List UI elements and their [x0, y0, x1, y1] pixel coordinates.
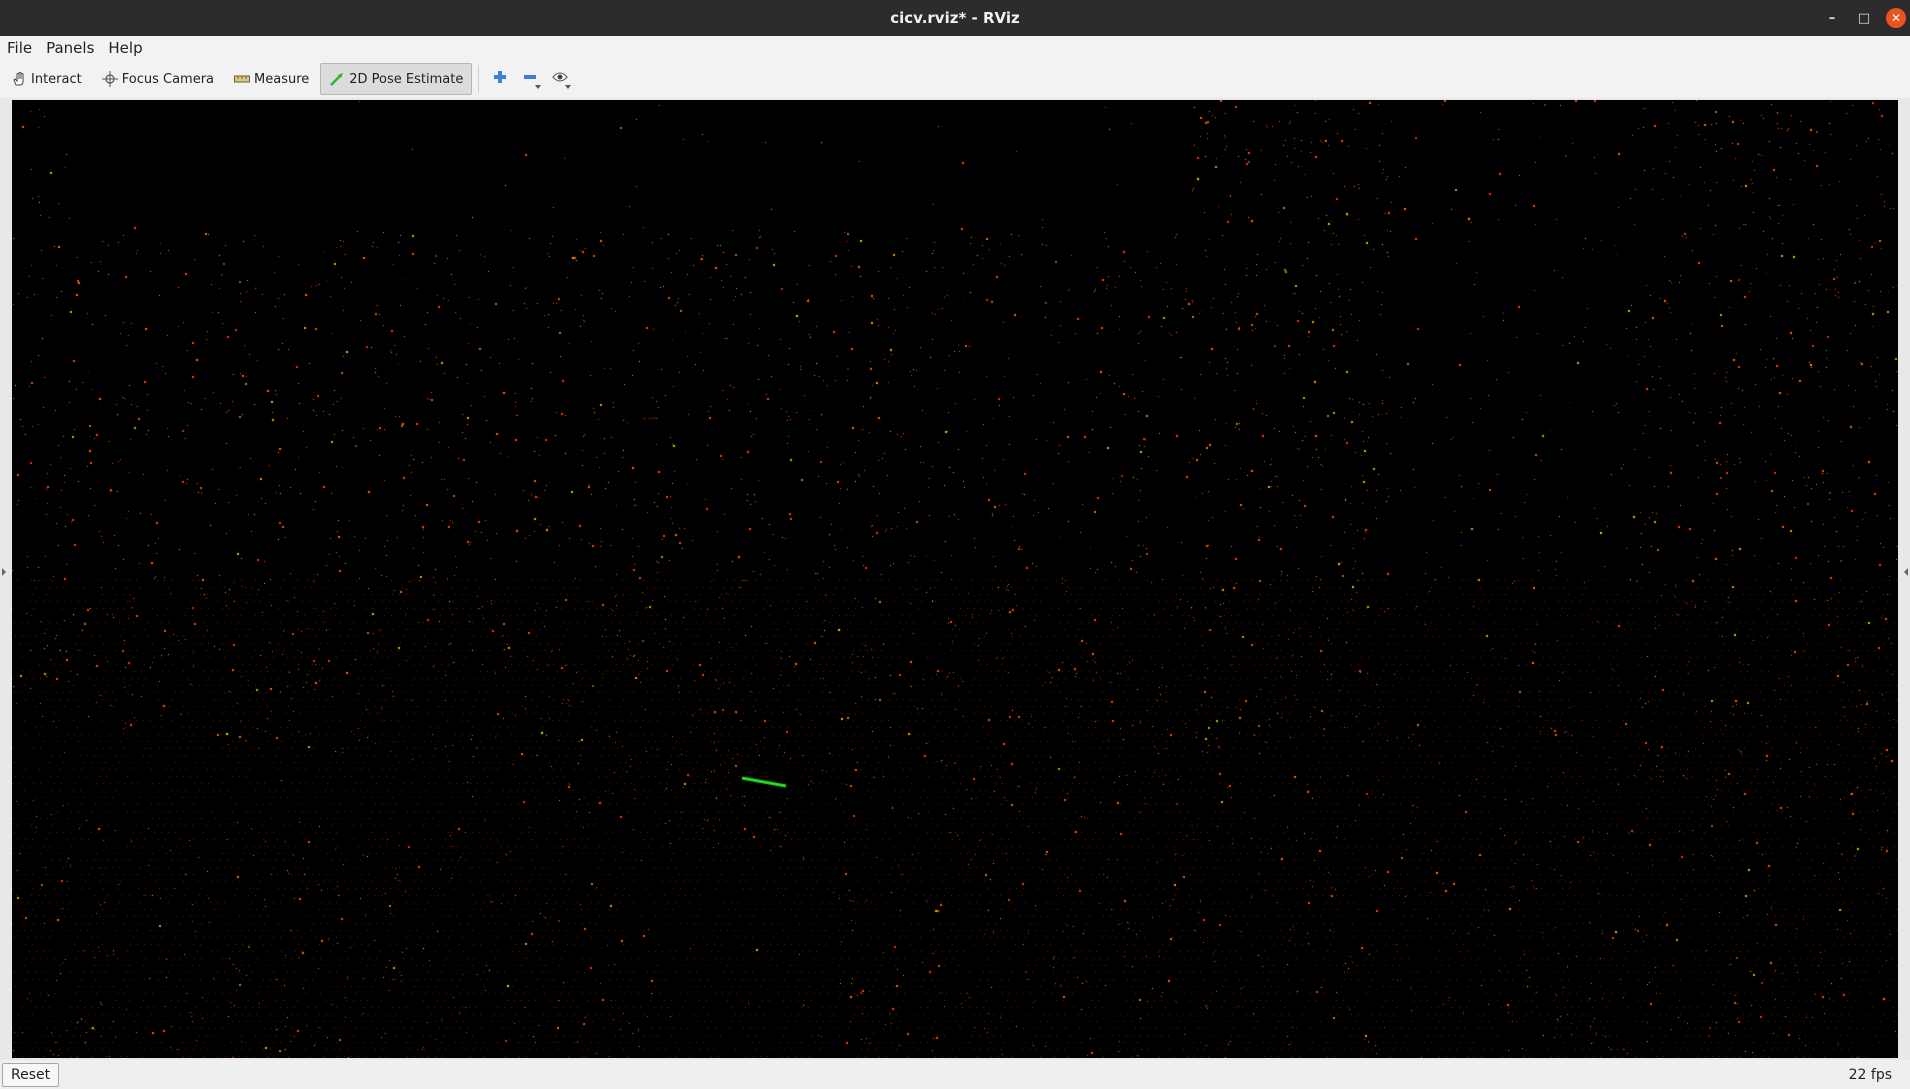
focus-camera-tool-button[interactable]: Focus Camera — [93, 63, 223, 95]
menu-panels[interactable]: Panels — [39, 36, 101, 60]
view-options-button[interactable] — [545, 64, 575, 94]
pose-estimate-tool-label: 2D Pose Estimate — [349, 71, 464, 87]
left-dock-handle[interactable] — [2, 568, 6, 576]
chevron-down-icon — [535, 85, 542, 89]
menu-bar: File Panels Help — [0, 36, 1910, 60]
title-bar: cicv.rviz* - RViz – □ ✕ — [0, 0, 1910, 36]
interact-tool-label: Interact — [31, 71, 82, 87]
maximize-button[interactable]: □ — [1854, 8, 1874, 28]
status-bar: Reset 22 fps — [0, 1060, 1910, 1089]
interact-tool-button[interactable]: Interact — [2, 63, 91, 95]
add-tool-button[interactable] — [485, 64, 515, 94]
measure-tool-label: Measure — [254, 71, 310, 87]
menu-help[interactable]: Help — [101, 36, 149, 60]
pose-estimate-tool-button[interactable]: 2D Pose Estimate — [320, 63, 473, 95]
minimize-button[interactable]: – — [1822, 8, 1842, 28]
remove-tool-button[interactable] — [515, 64, 545, 94]
window-title: cicv.rviz* - RViz — [890, 9, 1020, 27]
measure-tool-button[interactable]: Measure — [225, 63, 318, 95]
close-button[interactable]: ✕ — [1886, 8, 1906, 28]
3d-viewport[interactable] — [12, 100, 1898, 1058]
toolbar-separator — [478, 65, 480, 93]
right-dock-handle[interactable] — [1904, 568, 1908, 576]
chevron-down-icon — [565, 85, 572, 89]
green-arrow-icon — [329, 71, 345, 87]
ruler-icon — [234, 71, 251, 87]
tool-toolbar: Interact Focus Camera Measure 2D Pose Es… — [0, 60, 1910, 99]
focus-camera-tool-label: Focus Camera — [121, 71, 215, 87]
render-panel — [0, 98, 1910, 1060]
reset-button[interactable]: Reset — [2, 1062, 60, 1087]
add-icon — [493, 70, 507, 88]
point-cloud-canvas[interactable] — [12, 100, 1898, 1058]
crosshair-icon — [101, 71, 118, 87]
hand-icon — [11, 71, 27, 87]
menu-file[interactable]: File — [0, 36, 39, 60]
fps-readout: 22 fps — [1848, 1066, 1892, 1083]
